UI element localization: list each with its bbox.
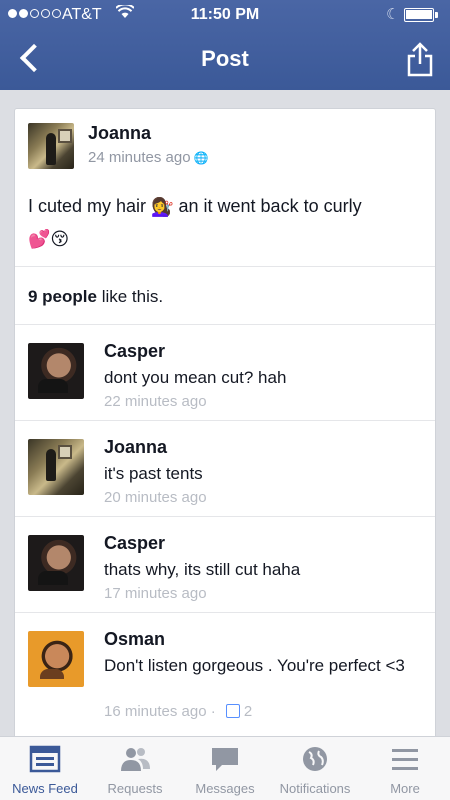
post-text: I cuted my hair 💇‍♀️ an it went back to … — [28, 191, 428, 254]
clock: 11:50 PM — [190, 6, 260, 23]
page-title: Post — [201, 46, 249, 71]
post-text-part-1: I cuted my hair — [28, 196, 147, 216]
post-time[interactable]: 24 minutes ago — [88, 149, 191, 166]
tab-notifications[interactable]: Notifications — [270, 737, 360, 800]
tab-bar: News Feed Requests Messages Notification… — [0, 736, 450, 800]
comment-like-count: 2 — [243, 703, 253, 720]
post-text-part-2: an it went back to curly — [178, 196, 362, 216]
comment-time: 17 minutes ago — [104, 585, 207, 602]
avatar[interactable] — [28, 439, 84, 495]
share-icon — [407, 42, 433, 77]
post: Joanna 24 minutes ago 🌐 I cuted my hair 💇… — [15, 109, 435, 267]
post-author[interactable]: Joanna — [88, 123, 151, 144]
globe-icon — [303, 747, 327, 771]
likes-summary[interactable]: 9 people like this. — [15, 267, 435, 325]
comment-meta: 16 minutes ago · 2 — [104, 703, 252, 720]
comment: Joanna it's past tents 20 minutes ago — [15, 421, 435, 517]
tab-label: More — [390, 781, 420, 796]
haircut-emoji: 💇‍♀️ — [151, 197, 174, 218]
tab-label: Messages — [195, 781, 255, 796]
friend-requests-icon — [121, 748, 150, 771]
tab-label: Notifications — [279, 781, 351, 796]
comment-author[interactable]: Joanna — [104, 437, 167, 458]
share-button[interactable] — [404, 40, 436, 78]
comment-author[interactable]: Osman — [104, 629, 165, 650]
news-feed-icon — [29, 745, 61, 773]
avatar[interactable] — [28, 123, 74, 169]
comment-time: 22 minutes ago — [104, 393, 207, 410]
tab-label: Requests — [107, 781, 163, 796]
comment: Casper thats why, its still cut haha 17 … — [15, 517, 435, 613]
likes-suffix: like this. — [101, 287, 164, 306]
comment-author[interactable]: Casper — [104, 533, 165, 554]
comment-likes[interactable]: 2 — [225, 703, 253, 720]
post-card: Joanna 24 minutes ago 🌐 I cuted my hair 💇… — [14, 108, 436, 748]
moon-icon: ☾ — [386, 6, 400, 23]
separator: · — [210, 703, 216, 720]
tab-requests[interactable]: Requests — [90, 737, 180, 800]
menu-icon — [392, 749, 418, 770]
comment-time: 20 minutes ago — [104, 489, 207, 506]
avatar[interactable] — [28, 631, 84, 687]
comment-text: it's past tents — [104, 464, 203, 483]
hearts-kiss-emoji: 💕😚 — [28, 228, 70, 249]
tab-label: News Feed — [12, 781, 78, 796]
header: AT&T 11:50 PM ☾ Post — [0, 0, 450, 90]
comment-text: thats why, its still cut haha — [104, 560, 301, 579]
comment-text: dont you mean cut? hah — [104, 368, 287, 387]
avatar[interactable] — [28, 535, 84, 591]
battery-icon — [404, 8, 438, 22]
likes-count: 9 people — [28, 287, 97, 306]
status-bar: AT&T 11:50 PM ☾ — [0, 0, 450, 30]
tab-news-feed[interactable]: News Feed — [0, 737, 90, 800]
navigation-bar: Post — [0, 30, 450, 90]
comment-author[interactable]: Casper — [104, 341, 165, 362]
tab-messages[interactable]: Messages — [180, 737, 270, 800]
comment: Osman Don't listen gorgeous . You're per… — [15, 613, 435, 731]
globe-icon: 🌐 — [193, 151, 209, 165]
thumbs-up-icon — [225, 704, 240, 718]
comment-text: Don't listen gorgeous . You're perfect <… — [104, 656, 405, 675]
comment: Casper dont you mean cut? hah 22 minutes… — [15, 325, 435, 421]
post-timestamp: 24 minutes ago 🌐 — [88, 149, 209, 166]
comment-time: 16 minutes ago — [104, 703, 207, 720]
tab-more[interactable]: More — [360, 737, 450, 800]
avatar[interactable] — [28, 343, 84, 399]
messages-icon — [212, 748, 238, 771]
